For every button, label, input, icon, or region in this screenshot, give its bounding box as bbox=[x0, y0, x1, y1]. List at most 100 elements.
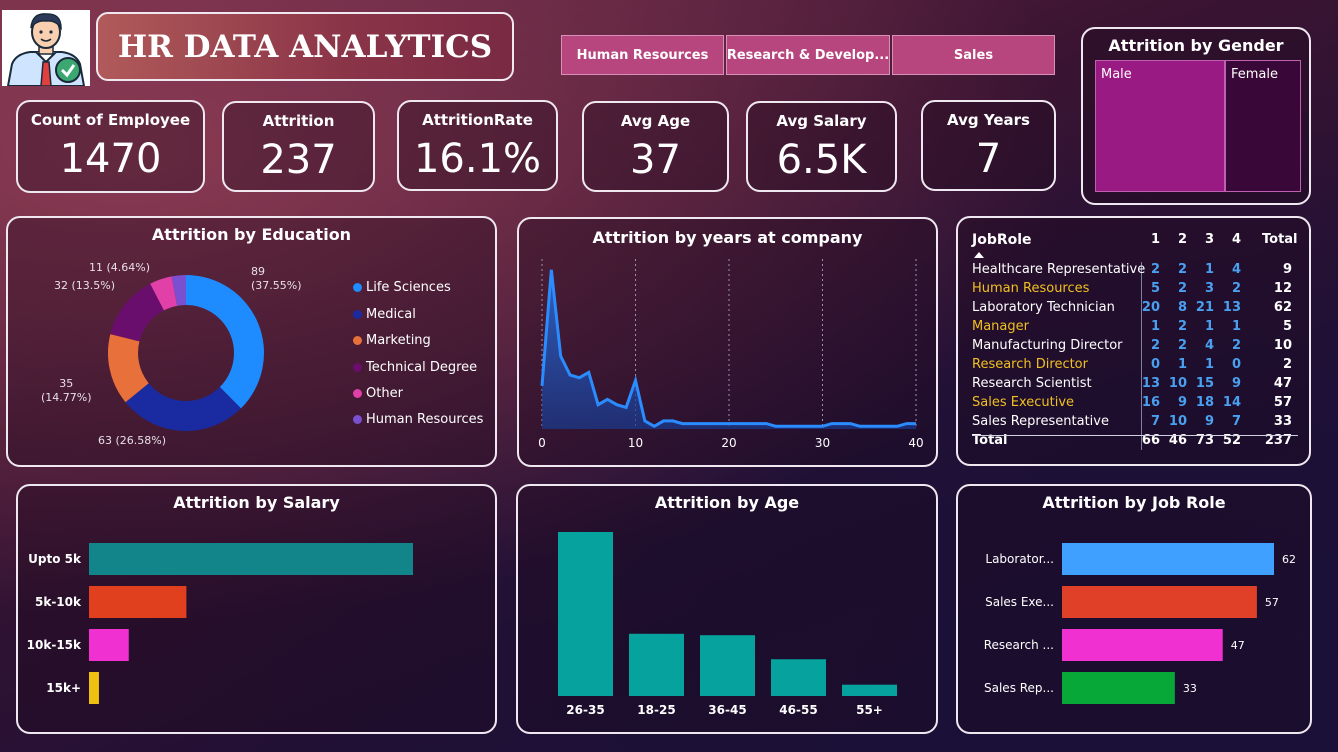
matrix-header-row: JobRole 1 2 3 4 Total bbox=[972, 232, 1298, 251]
matrix-row[interactable]: Research Director 0 1 1 0 2 bbox=[972, 357, 1292, 376]
legend-human-resources[interactable]: Human Resources bbox=[353, 412, 483, 427]
matrix-cell: 10 bbox=[1168, 376, 1187, 391]
matrix-cell: 2 bbox=[1150, 338, 1160, 353]
years-line bbox=[540, 269, 916, 429]
legend-technical-degree[interactable]: Technical Degree bbox=[353, 360, 477, 375]
donut-label-marketing: 35 (14.77%) bbox=[41, 377, 92, 404]
matrix-cell: 10 bbox=[1168, 414, 1187, 429]
matrix-role-label: Manufacturing Director bbox=[972, 338, 1123, 353]
matrix-cell: 14 bbox=[1222, 395, 1241, 410]
matrix-header-jobrole: JobRole bbox=[972, 232, 1032, 248]
age-bar bbox=[629, 633, 684, 696]
matrix-cell: 3 bbox=[1204, 281, 1214, 296]
matrix-cell: 5 bbox=[1150, 281, 1160, 296]
legend-life-sciences[interactable]: Life Sciences bbox=[353, 280, 451, 295]
jobrole-value-label: 57 bbox=[1265, 596, 1279, 609]
jobrole-value-label: 47 bbox=[1231, 639, 1245, 652]
legend-medical[interactable]: Medical bbox=[353, 307, 416, 322]
matrix-row[interactable]: Manager 1 2 1 1 5 bbox=[972, 319, 1292, 338]
matrix-row-total: 47 bbox=[1273, 376, 1292, 391]
matrix-row-total: 9 bbox=[1282, 262, 1292, 277]
jobrole-bar-chart[interactable]: Laborator... 62 Sales Exe... 57 Research ...… bbox=[958, 486, 1310, 732]
salary-category-label: 10k-15k bbox=[27, 638, 82, 652]
slicer-research-development[interactable]: Research & Develop... bbox=[726, 35, 890, 75]
slicer-human-resources[interactable]: Human Resources bbox=[561, 35, 724, 75]
matrix-row[interactable]: Manufacturing Director 2 2 4 2 10 bbox=[972, 338, 1292, 357]
donut-label-medical: 63 (26.58%) bbox=[98, 434, 167, 447]
salary-bar-chart[interactable]: Upto 5k 5k-10k 10k-15k 15k+ bbox=[18, 486, 495, 732]
kpi-value: 7 bbox=[975, 136, 1002, 182]
matrix-cell: 1 bbox=[1231, 319, 1241, 334]
hr-logo-icon bbox=[2, 10, 90, 87]
x-tick-label: 40 bbox=[908, 436, 923, 450]
matrix-cell: 1 bbox=[1177, 357, 1187, 372]
legend-other[interactable]: Other bbox=[353, 386, 403, 401]
slicer-sales[interactable]: Sales bbox=[892, 35, 1055, 75]
salary-card: Attrition by Salary Upto 5k 5k-10k 10k-15k… bbox=[16, 484, 497, 734]
matrix-row[interactable]: Research Scientist 13 10 15 9 47 bbox=[972, 376, 1292, 395]
matrix-cell: 1 bbox=[1204, 357, 1214, 372]
kpi-avg-years: Avg Years 7 bbox=[921, 100, 1056, 191]
matrix-row-total: 10 bbox=[1273, 338, 1292, 353]
salary-bar bbox=[89, 672, 99, 704]
x-tick-label: 10 bbox=[628, 436, 643, 450]
matrix-row[interactable]: Sales Representative 7 10 9 7 33 bbox=[972, 414, 1292, 433]
jobrole-value-label: 62 bbox=[1282, 553, 1296, 566]
years-area-chart[interactable]: 0 10 20 30 40 bbox=[519, 219, 936, 465]
jobrole-category-label: Sales Exe... bbox=[985, 595, 1054, 609]
matrix-cell: 1 bbox=[1150, 319, 1160, 334]
matrix-role-label: Sales Executive bbox=[972, 395, 1075, 410]
matrix-cell: 20 bbox=[1141, 300, 1160, 315]
matrix-role-label: Research Director bbox=[972, 357, 1088, 372]
dashboard-title: HR DATA ANALYTICS bbox=[117, 28, 493, 65]
jobrole-value-label: 33 bbox=[1183, 682, 1197, 695]
matrix-role-label: Healthcare Representative bbox=[972, 262, 1146, 277]
matrix-row[interactable]: Laboratory Technician 20 8 21 13 62 bbox=[972, 300, 1292, 319]
matrix-row[interactable]: Sales Executive 16 9 18 14 57 bbox=[972, 395, 1292, 414]
matrix-row-total: 33 bbox=[1273, 414, 1292, 429]
kpi-label: AttritionRate bbox=[422, 111, 533, 129]
matrix-cell: 0 bbox=[1231, 357, 1241, 372]
kpi-label: Avg Salary bbox=[776, 112, 867, 130]
sort-ascending-icon[interactable] bbox=[974, 252, 984, 258]
legend-marketing[interactable]: Marketing bbox=[353, 333, 431, 348]
gender-female-block[interactable]: Female bbox=[1225, 60, 1301, 192]
matrix-cell: 1 bbox=[1204, 262, 1214, 277]
kpi-label: Avg Age bbox=[620, 112, 691, 130]
kpi-value: 16.1% bbox=[413, 136, 542, 182]
matrix-row[interactable]: Healthcare Representative 2 2 1 4 9 bbox=[972, 262, 1292, 281]
matrix-cell: 4 bbox=[1231, 262, 1241, 277]
matrix-cell: 9 bbox=[1177, 395, 1187, 410]
jobrole-bar bbox=[1062, 629, 1223, 661]
age-category-label: 18-25 bbox=[637, 703, 675, 717]
matrix-header-col: 4 bbox=[1231, 232, 1241, 247]
matrix-row[interactable]: Human Resources 5 2 3 2 12 bbox=[972, 281, 1292, 300]
matrix-role-label: Laboratory Technician bbox=[972, 300, 1115, 315]
gender-male-block[interactable]: Male bbox=[1095, 60, 1225, 192]
matrix-row-total: 62 bbox=[1273, 300, 1292, 315]
matrix-role-label: Human Resources bbox=[972, 281, 1090, 296]
age-category-label: 46-55 bbox=[779, 703, 817, 717]
age-card: Attrition by Age 26-35 18-25 36-45 46-55 55+ bbox=[516, 484, 938, 734]
matrix-cell: 15 bbox=[1195, 376, 1214, 391]
x-tick-label: 0 bbox=[538, 436, 546, 450]
matrix-row-total: 12 bbox=[1273, 281, 1292, 296]
matrix-header-col: 1 bbox=[1150, 232, 1160, 247]
jobrole-bar bbox=[1062, 586, 1257, 618]
matrix-header-col: 3 bbox=[1204, 232, 1214, 247]
matrix-cell: 2 bbox=[1177, 338, 1187, 353]
matrix-role-label: Sales Representative bbox=[972, 414, 1109, 429]
kpi-label: Attrition bbox=[262, 112, 335, 130]
matrix-cell: 13 bbox=[1222, 300, 1241, 315]
age-bar-chart[interactable]: 26-35 18-25 36-45 46-55 55+ bbox=[518, 486, 936, 732]
gender-card: Attrition by Gender Male Female bbox=[1081, 27, 1311, 205]
kpi-avg-age: Avg Age 37 bbox=[582, 101, 729, 192]
matrix-header-col: 2 bbox=[1177, 232, 1187, 247]
matrix-cell: 2 bbox=[1231, 338, 1241, 353]
matrix-cell: 9 bbox=[1204, 414, 1214, 429]
donut-label-other: 11 (4.64%) bbox=[89, 261, 151, 274]
matrix-cell: 21 bbox=[1195, 300, 1214, 315]
kpi-attrition-rate: AttritionRate 16.1% bbox=[397, 100, 558, 191]
dashboard-title-box: HR DATA ANALYTICS bbox=[96, 12, 514, 81]
matrix-row-total: 5 bbox=[1282, 319, 1292, 334]
